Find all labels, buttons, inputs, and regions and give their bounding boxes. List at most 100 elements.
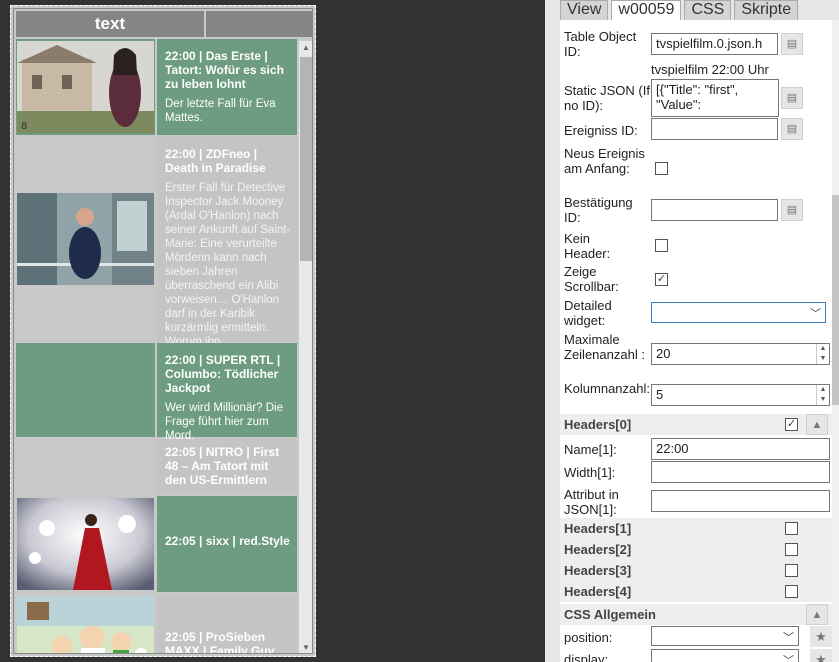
spinner-icon[interactable]: ▲ ▼ (816, 344, 829, 364)
bestaetigung-id-label: Bestätigung ID: (564, 195, 633, 225)
house-woman-photo: 8 (17, 41, 154, 133)
detailed-widget-label: Detailed widget: (564, 298, 612, 328)
static-json-label: Static JSON (If no ID): (564, 83, 650, 113)
collapse-up-icon[interactable]: ▲ (806, 604, 828, 625)
row-text-cell: 22:00 | Das Erste | Tatort: Wofür es sic… (157, 39, 297, 135)
scrollbar-thumb[interactable] (300, 57, 312, 261)
zeige-scrollbar-label: Zeige Scrollbar: (564, 264, 619, 294)
attribut-1-label: Attribut in JSON[1]: (564, 487, 619, 517)
columns-value: 5 (656, 387, 664, 402)
tab-skripte[interactable]: Skripte (734, 0, 799, 20)
name-1-input[interactable]: 22:00 (651, 438, 830, 460)
position-select[interactable]: ﹀ (651, 626, 799, 646)
tv-table-widget[interactable]: text 8 22:00 | Das Erste | Tatort: Wofür… (10, 5, 316, 657)
headers-0-label: Headers[0] (564, 417, 632, 432)
row-time-channel: 22:00 | ZDFneo | (165, 147, 258, 161)
properties-panel: Table Object ID: tvspielfilm.0.json.h ▤ … (560, 20, 832, 662)
row-image-cell (16, 439, 155, 494)
row-image-cell (16, 137, 155, 341)
object-browser-icon[interactable]: ▤ (781, 33, 803, 55)
bestaetigung-id-input[interactable] (651, 199, 778, 221)
display-label: display: (564, 652, 609, 662)
star-icon[interactable]: ★ (810, 649, 832, 662)
svg-text:8: 8 (21, 121, 27, 132)
detailed-widget-select[interactable]: ﹀ (651, 302, 826, 323)
row-description: Wer wird Millionär? Die Frage führt hier… (165, 402, 284, 442)
star-icon[interactable]: ★ (810, 626, 832, 647)
scroll-down-icon[interactable]: ▼ (299, 641, 312, 653)
chevron-down-icon: ﹀ (783, 632, 794, 644)
table-rows: 8 22:00 | Das Erste | Tatort: Wofür es s… (16, 39, 297, 654)
kein-header-label: Kein Header: (564, 231, 611, 261)
max-rows-value: 20 (656, 346, 671, 361)
row-text-cell: 22:05 | NITRO | First 48 – Am Tatort mit… (157, 439, 297, 494)
max-rows-input[interactable]: 20 ▲ ▼ (651, 343, 830, 365)
name-1-label: Name[1]: (564, 442, 617, 457)
headers-1-checkbox[interactable] (785, 522, 798, 535)
tab-widget[interactable]: w00059 (611, 0, 682, 20)
tab-view[interactable]: View (560, 0, 609, 20)
row-time-channel: 22:00 | Das Erste | (165, 49, 268, 63)
row-time-channel: 22:00 | SUPER RTL | (165, 353, 281, 367)
row-text-cell: 22:05 | sixx | red.Style (157, 496, 297, 592)
table-row[interactable]: 8 22:00 | Das Erste | Tatort: Wofür es s… (16, 39, 297, 135)
json-editor-icon[interactable]: ▤ (781, 87, 803, 109)
panel-scrollbar-thumb[interactable] (832, 195, 839, 405)
header-cell-empty (206, 11, 312, 37)
static-json-textarea[interactable]: [{"Title": "first", "Value": (651, 79, 779, 117)
table-row[interactable]: 22:05 | sixx | red.Style (16, 496, 297, 592)
columns-input[interactable]: 5 ▲ ▼ (651, 384, 830, 406)
table-object-hint: tvspielfilm 22:00 Uhr (651, 62, 769, 77)
static-json-line-2: "Value": (656, 97, 702, 112)
neus-ereignis-label: Neus Ereignis am Anfang: (564, 146, 645, 176)
table-row[interactable]: 22:00 | SUPER RTL | Columbo: Tödlicher J… (16, 343, 297, 442)
row-time-channel: 22:05 | ProSieben MAXX | Family Guy (165, 630, 275, 654)
display-select[interactable]: ﹀ (651, 649, 799, 662)
ereigniss-id-input[interactable] (651, 118, 778, 140)
ereigniss-browser-icon[interactable]: ▤ (781, 118, 803, 140)
row-text-cell: 22:00 | SUPER RTL | Columbo: Tödlicher J… (157, 343, 297, 442)
position-label: position: (564, 630, 613, 645)
scroll-up-icon[interactable]: ▲ (299, 41, 312, 55)
row-image-cell (16, 343, 155, 437)
zeige-scrollbar-checkbox[interactable]: ✓ (655, 273, 668, 286)
row-image-cell (16, 594, 155, 653)
row-description: Erster Fall für Detective Inspector Jack… (165, 182, 291, 348)
neus-ereignis-checkbox[interactable] (655, 162, 668, 175)
width-1-input[interactable] (651, 461, 830, 483)
table-object-id-input[interactable]: tvspielfilm.0.json.h (651, 33, 778, 55)
tab-css[interactable]: CSS (684, 0, 732, 20)
max-rows-label: Maximale Zeilenanzahl : (564, 332, 645, 362)
attribut-1-input[interactable] (651, 490, 830, 512)
spinner-icon[interactable]: ▲ ▼ (816, 385, 829, 405)
headers-3-checkbox[interactable] (785, 564, 798, 577)
cartoon-family-photo (17, 596, 154, 653)
headers-4-checkbox[interactable] (785, 585, 798, 598)
widget-scrollbar[interactable]: ▲ ▼ (299, 41, 312, 653)
row-time-channel: 22:05 | sixx | red.Style (165, 534, 290, 548)
table-row[interactable]: 22:05 | NITRO | First 48 – Am Tatort mit… (16, 439, 297, 494)
panel-scrollbar[interactable] (832, 20, 839, 662)
columns-label: Kolumnanzahl: (564, 381, 650, 396)
widget-body: text 8 22:00 | Das Erste | Tatort: Wofür… (13, 8, 313, 654)
table-row[interactable]: 22:00 | ZDFneo | Death in Paradise Erste… (16, 137, 297, 348)
red-dress-photo (17, 498, 154, 590)
row-text-cell: 22:00 | ZDFneo | Death in Paradise Erste… (157, 137, 297, 348)
row-title: Death in Paradise (165, 161, 266, 175)
bestaetigung-browser-icon[interactable]: ▤ (781, 199, 803, 221)
row-title: Columbo: Tödlicher Jackpot (165, 367, 279, 395)
chevron-down-icon: ﹀ (810, 308, 821, 320)
table-header: text (16, 11, 312, 37)
panel-tabs: View w00059 CSS Skripte (560, 0, 801, 20)
css-allgemein-label: CSS Allgemein (564, 607, 656, 622)
kein-header-checkbox[interactable] (655, 239, 668, 252)
headers-2-checkbox[interactable] (785, 543, 798, 556)
headers-0-checkbox[interactable]: ✓ (785, 418, 798, 431)
css-allgemein-section[interactable]: CSS Allgemein (560, 604, 832, 625)
headers-1-label: Headers[1] (564, 521, 632, 536)
collapse-up-icon[interactable]: ▲ (806, 414, 828, 435)
table-row[interactable]: 22:05 | ProSieben MAXX | Family Guy (16, 594, 297, 654)
row-image-cell (16, 496, 155, 592)
static-json-line-1: [{"Title": "first", (656, 82, 739, 97)
chevron-down-icon: ﹀ (783, 655, 794, 662)
